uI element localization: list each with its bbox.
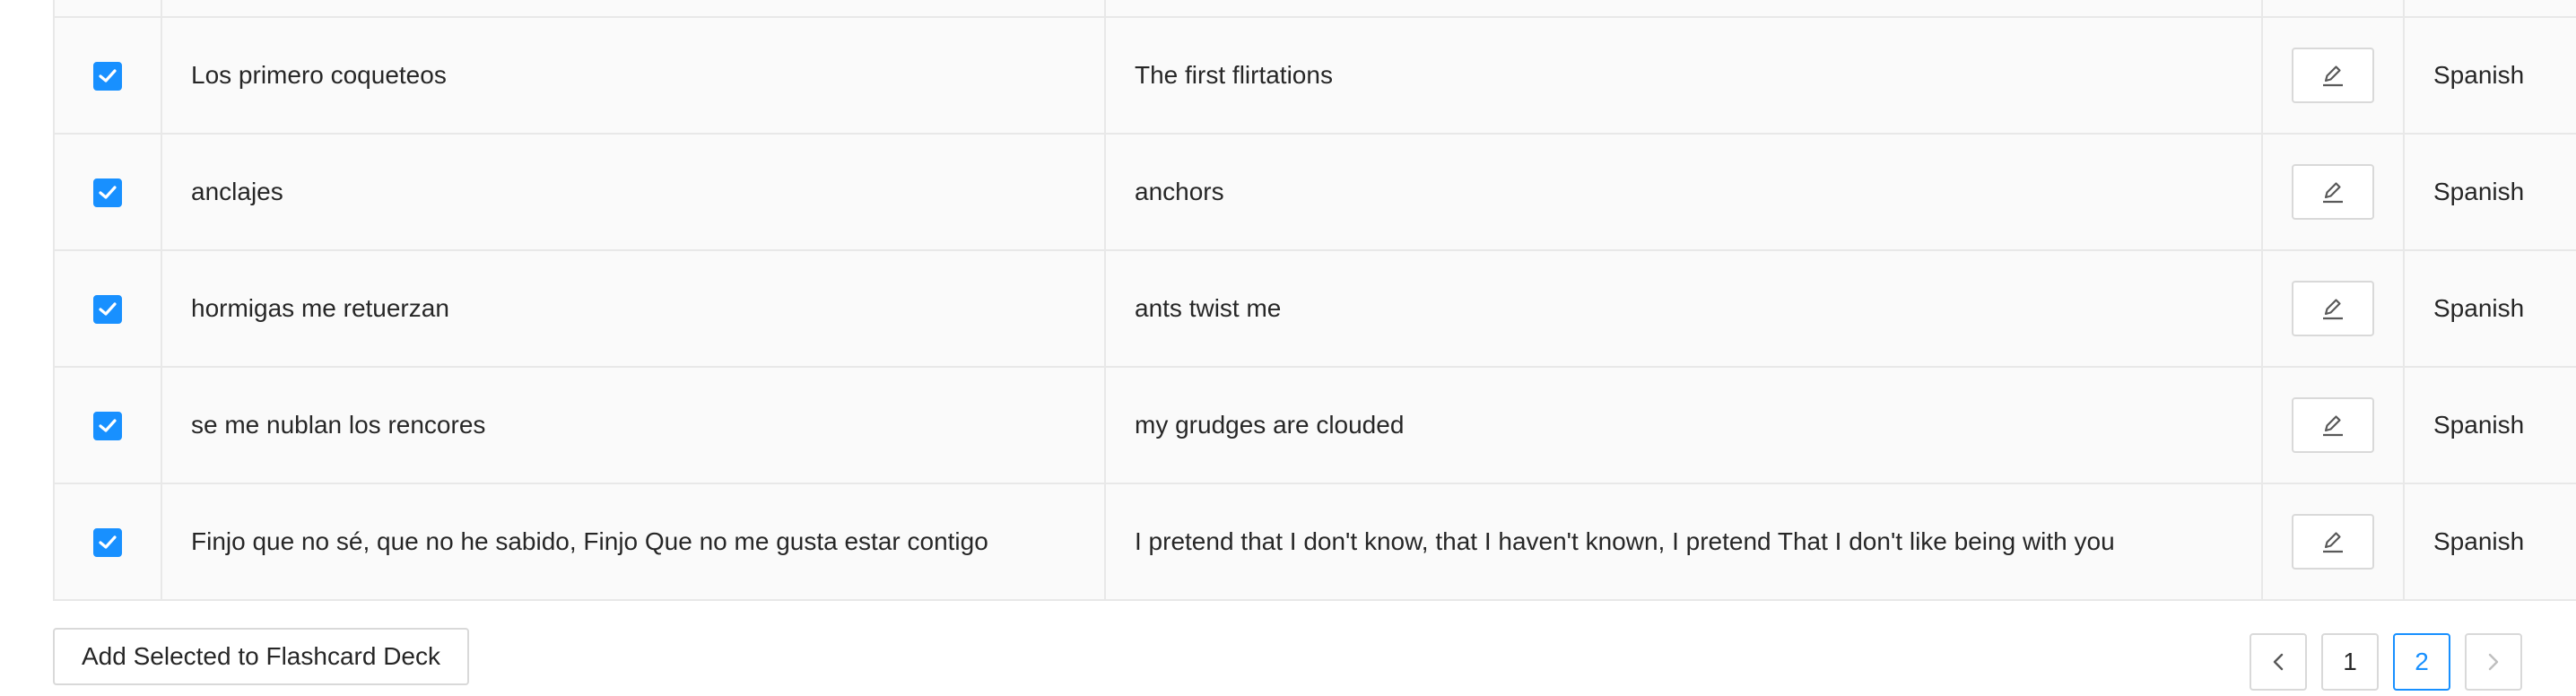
edit-button[interactable]	[2292, 48, 2374, 103]
table-cell	[2261, 0, 2405, 18]
source-text-cell: anclajes	[161, 133, 1106, 251]
row-checkbox[interactable]	[93, 294, 122, 324]
select-cell	[53, 133, 162, 251]
table-row: Los primero coqueteos The first flirtati…	[53, 16, 2576, 135]
table-row: hormigas me retuerzan ants twist me Span…	[53, 249, 2576, 368]
source-text-cell: hormigas me retuerzan	[161, 249, 1106, 368]
chevron-right-icon	[2488, 653, 2499, 671]
translation-text-cell: anchors	[1104, 133, 2263, 251]
next-page-button[interactable]	[2465, 633, 2522, 691]
edit-icon	[2323, 182, 2343, 204]
edit-icon	[2323, 65, 2343, 87]
edit-button[interactable]	[2292, 281, 2374, 336]
row-checkbox[interactable]	[93, 178, 122, 207]
language-cell: Spanish	[2403, 133, 2576, 251]
check-icon	[99, 186, 117, 199]
edit-cell	[2261, 133, 2405, 251]
edit-icon	[2323, 299, 2343, 320]
table-cell	[1104, 0, 2263, 18]
check-icon	[99, 302, 117, 316]
table-row: se me nublan los rencores my grudges are…	[53, 366, 2576, 484]
edit-cell	[2261, 483, 2405, 601]
source-text-cell: se me nublan los rencores	[161, 366, 1106, 484]
source-text-cell: Finjo que no sé, que no he sabido, Finjo…	[161, 483, 1106, 601]
check-icon	[99, 535, 117, 549]
edit-cell	[2261, 249, 2405, 368]
row-checkbox[interactable]	[93, 61, 122, 91]
table-row-partial	[53, 0, 2576, 18]
check-icon	[99, 69, 117, 83]
translation-text-cell: ants twist me	[1104, 249, 2263, 368]
language-cell: Spanish	[2403, 249, 2576, 368]
language-cell: Spanish	[2403, 16, 2576, 135]
edit-cell	[2261, 16, 2405, 135]
edit-button[interactable]	[2292, 397, 2374, 453]
table-row: anclajes anchors Spanish	[53, 133, 2576, 251]
pagination: 1 2	[2250, 633, 2522, 691]
edit-icon	[2323, 532, 2343, 553]
edit-button[interactable]	[2292, 164, 2374, 220]
language-cell: Spanish	[2403, 483, 2576, 601]
table-cell	[161, 0, 1106, 18]
source-text-cell: Los primero coqueteos	[161, 16, 1106, 135]
page-2-button[interactable]: 2	[2393, 633, 2450, 691]
language-cell: Spanish	[2403, 366, 2576, 484]
table-cell	[2403, 0, 2576, 18]
select-cell	[53, 366, 162, 484]
select-cell	[53, 483, 162, 601]
chevron-left-icon	[2273, 653, 2284, 671]
vocabulary-table-container: Los primero coqueteos The first flirtati…	[53, 0, 2576, 601]
add-to-flashcard-deck-button[interactable]: Add Selected to Flashcard Deck	[53, 628, 469, 685]
page-1-button[interactable]: 1	[2321, 633, 2379, 691]
edit-cell	[2261, 366, 2405, 484]
row-checkbox[interactable]	[93, 411, 122, 440]
vocabulary-table: Los primero coqueteos The first flirtati…	[53, 0, 2576, 601]
edit-button[interactable]	[2292, 514, 2374, 570]
edit-icon	[2323, 415, 2343, 437]
table-row: Finjo que no sé, que no he sabido, Finjo…	[53, 483, 2576, 601]
row-checkbox[interactable]	[93, 527, 122, 557]
translation-text-cell: I pretend that I don't know, that I have…	[1104, 483, 2263, 601]
prev-page-button[interactable]	[2250, 633, 2307, 691]
select-cell	[53, 16, 162, 135]
translation-text-cell: my grudges are clouded	[1104, 366, 2263, 484]
check-icon	[99, 419, 117, 432]
table-cell	[53, 0, 162, 18]
select-cell	[53, 249, 162, 368]
translation-text-cell: The first flirtations	[1104, 16, 2263, 135]
